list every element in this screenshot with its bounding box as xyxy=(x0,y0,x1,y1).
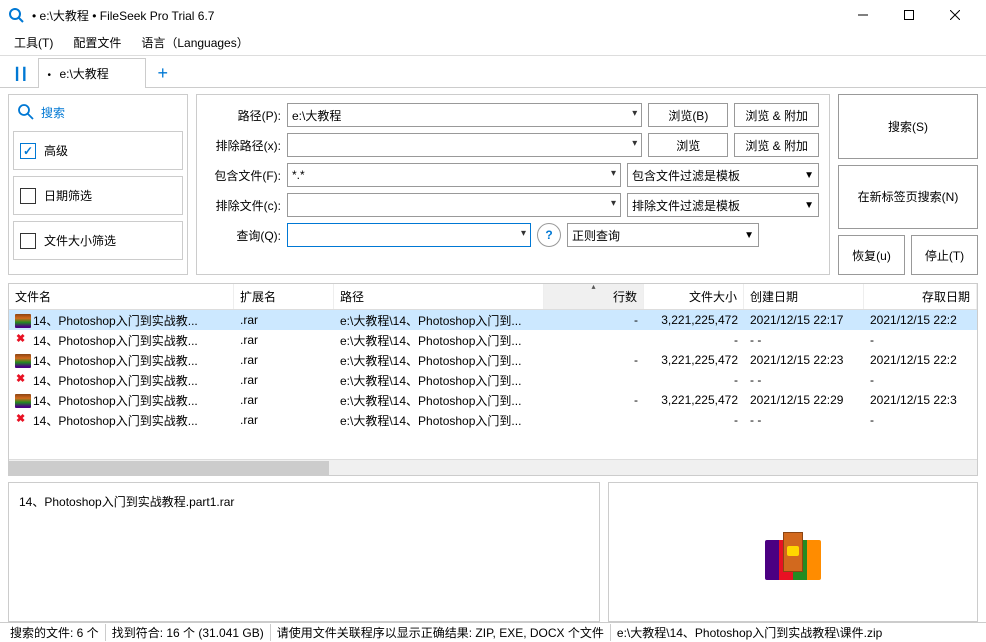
title-bar: • e:\大教程 • FileSeek Pro Trial 6.7 xyxy=(0,0,986,30)
tab-add-button[interactable]: + xyxy=(146,59,180,87)
restore-button[interactable]: 恢复(u) xyxy=(838,235,905,275)
col-name[interactable]: 文件名 xyxy=(9,284,234,309)
col-size[interactable]: 文件大小 xyxy=(644,284,744,309)
close-button[interactable] xyxy=(932,0,978,30)
menu-profiles[interactable]: 配置文件 xyxy=(63,30,131,55)
checkbox-size-filter[interactable]: 文件大小筛选 xyxy=(13,221,183,260)
tab-label: e:\大教程 xyxy=(59,67,108,81)
browse-attach-button-2[interactable]: 浏览 & 附加 xyxy=(734,133,819,157)
rar-icon xyxy=(15,314,31,328)
browse-button[interactable]: 浏览(B) xyxy=(648,103,728,127)
results-header: 文件名 扩展名 路径 行数 文件大小 创建日期 存取日期 xyxy=(9,284,977,310)
tab-dirty-dot: • xyxy=(47,70,51,81)
path-input[interactable]: e:\大教程▾ xyxy=(287,103,642,127)
search-form: 路径(P): e:\大教程▾ 浏览(B) 浏览 & 附加 排除路径(x): ▾ … xyxy=(196,94,830,275)
rar-icon xyxy=(15,354,31,368)
status-hint: 请使用文件关联程序以显示正确结果: ZIP, EXE, DOCX 个文件 xyxy=(271,624,611,641)
table-row[interactable]: 14、Photoshop入门到实战教....rare:\大教程\14、Photo… xyxy=(9,410,977,430)
chevron-down-icon: ▾ xyxy=(611,168,616,179)
checkbox-label: 高级 xyxy=(44,142,68,159)
query-label: 查询(Q): xyxy=(207,227,281,244)
pause-icon[interactable]: ▎▎ xyxy=(16,67,30,81)
query-type-select[interactable]: 正则查询▼ xyxy=(567,223,759,247)
error-icon xyxy=(15,334,31,348)
checkbox-label: 日期筛选 xyxy=(44,187,92,204)
results-table: 文件名 扩展名 路径 行数 文件大小 创建日期 存取日期 14、Photosho… xyxy=(8,283,978,476)
table-row[interactable]: 14、Photoshop入门到实战教....rare:\大教程\14、Photo… xyxy=(9,370,977,390)
preview-text-pane: 14、Photoshop入门到实战教程.part1.rar xyxy=(8,482,600,622)
path-label: 路径(P): xyxy=(207,107,281,124)
rar-archive-icon xyxy=(765,524,821,580)
col-ext[interactable]: 扩展名 xyxy=(234,284,334,309)
checkbox-icon xyxy=(20,233,36,249)
chevron-down-icon: ▼ xyxy=(804,200,814,211)
status-path: e:\大教程\14、Photoshop入门到实战教程\课件.zip xyxy=(611,624,982,641)
error-icon xyxy=(15,414,31,428)
scrollbar-horizontal[interactable] xyxy=(9,459,977,475)
rar-icon xyxy=(15,394,31,408)
preview-filename: 14、Photoshop入门到实战教程.part1.rar xyxy=(19,495,234,509)
checkbox-date-filter[interactable]: 日期筛选 xyxy=(13,176,183,215)
exclude-files-label: 排除文件(c): xyxy=(207,197,281,214)
help-button[interactable]: ? xyxy=(537,223,561,247)
chevron-down-icon: ▾ xyxy=(611,198,616,209)
stop-button[interactable]: 停止(T) xyxy=(911,235,978,275)
app-icon xyxy=(8,7,24,23)
checkbox-advanced[interactable]: 高级 xyxy=(13,131,183,170)
exclude-path-input[interactable]: ▾ xyxy=(287,133,642,157)
chevron-down-icon: ▾ xyxy=(632,108,637,119)
status-found: 找到符合: 16 个 (31.041 GB) xyxy=(106,624,271,641)
table-row[interactable]: 14、Photoshop入门到实战教....rare:\大教程\14、Photo… xyxy=(9,310,977,330)
tab-active[interactable]: • e:\大教程 xyxy=(38,58,145,88)
browse-attach-button[interactable]: 浏览 & 附加 xyxy=(734,103,819,127)
include-files-label: 包含文件(F): xyxy=(207,167,281,184)
checkbox-label: 文件大小筛选 xyxy=(44,232,116,249)
col-created[interactable]: 创建日期 xyxy=(744,284,864,309)
exclude-path-label: 排除路径(x): xyxy=(207,137,281,154)
col-accessed[interactable]: 存取日期 xyxy=(864,284,977,309)
search-sidebar: 搜索 高级 日期筛选 文件大小筛选 xyxy=(8,94,188,275)
browse-button-2[interactable]: 浏览 xyxy=(648,133,728,157)
col-lines[interactable]: 行数 xyxy=(544,284,644,309)
exclude-template-select[interactable]: 排除文件过滤是模板▼ xyxy=(627,193,819,217)
search-header-label: 搜索 xyxy=(41,104,65,121)
error-icon xyxy=(15,374,31,388)
checkbox-icon xyxy=(20,188,36,204)
results-body: 14、Photoshop入门到实战教....rare:\大教程\14、Photo… xyxy=(9,310,977,459)
menu-language[interactable]: 语言（Languages） xyxy=(131,30,258,55)
chevron-down-icon: ▾ xyxy=(632,138,637,149)
minimize-button[interactable] xyxy=(840,0,886,30)
table-row[interactable]: 14、Photoshop入门到实战教....rare:\大教程\14、Photo… xyxy=(9,390,977,410)
include-files-input[interactable]: *.*▾ xyxy=(287,163,621,187)
search-button[interactable]: 搜索(S) xyxy=(838,94,978,159)
chevron-down-icon: ▾ xyxy=(521,228,526,239)
status-searched: 搜索的文件: 6 个 xyxy=(4,624,106,641)
table-row[interactable]: 14、Photoshop入门到实战教....rare:\大教程\14、Photo… xyxy=(9,330,977,350)
window-title: • e:\大教程 • FileSeek Pro Trial 6.7 xyxy=(32,7,840,24)
query-input[interactable]: ▾ xyxy=(287,223,531,247)
exclude-files-input[interactable]: ▾ xyxy=(287,193,621,217)
maximize-button[interactable] xyxy=(886,0,932,30)
search-new-tab-button[interactable]: 在新标签页搜索(N) xyxy=(838,165,978,230)
status-bar: 搜索的文件: 6 个 找到符合: 16 个 (31.041 GB) 请使用文件关… xyxy=(0,622,986,642)
chevron-down-icon: ▼ xyxy=(804,170,814,181)
chevron-down-icon: ▼ xyxy=(744,230,754,241)
checkbox-icon xyxy=(20,143,36,159)
menu-tools[interactable]: 工具(T) xyxy=(4,30,63,55)
search-icon xyxy=(17,103,35,121)
include-template-select[interactable]: 包含文件过滤是模板▼ xyxy=(627,163,819,187)
preview-icon-pane xyxy=(608,482,978,622)
table-row[interactable]: 14、Photoshop入门到实战教....rare:\大教程\14、Photo… xyxy=(9,350,977,370)
col-path[interactable]: 路径 xyxy=(334,284,544,309)
menu-bar: 工具(T) 配置文件 语言（Languages） xyxy=(0,30,986,56)
search-header: 搜索 xyxy=(13,103,183,121)
action-panel: 搜索(S) 在新标签页搜索(N) 恢复(u) 停止(T) xyxy=(838,94,978,275)
tab-bar: ▎▎ • e:\大教程 + xyxy=(0,56,986,88)
